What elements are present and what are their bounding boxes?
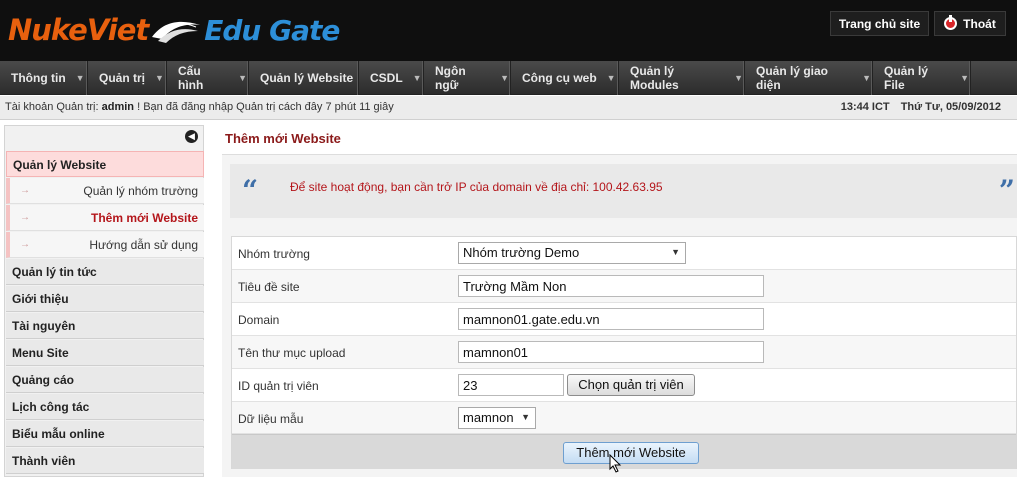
arrow-right-icon: → [20,212,30,223]
sidebar-item-tin-tuc[interactable]: Quản lý tin tức [6,259,204,285]
site-logo[interactable]: NukeViet Edu Gate [8,10,340,50]
domain-label: Domain [238,313,280,327]
sidebar-item-bieu-mau[interactable]: Biểu mẫu online [6,421,204,447]
domain-input[interactable]: mamnon01.gate.edu.vn [458,308,764,330]
page-title: Thêm mới Website [225,131,341,146]
nav-item-thong-tin[interactable]: Thông tin ▼ [0,61,87,95]
sidebar-subitem-huong-dan[interactable]: → Hướng dẫn sử dụng [6,232,204,258]
form-row-group: Nhóm trường Nhóm trường Demo ▼ [232,237,1016,270]
choose-admin-button[interactable]: Chọn quản trị viên [567,374,695,396]
nav-item-quan-ly-website[interactable]: Quản lý Website [249,61,358,95]
book-swoosh-icon [152,21,201,43]
sidebar: ◀ Quản lý Website → Quản lý nhóm trường … [4,125,204,477]
chevron-down-icon: ▼ [606,73,616,83]
dropdown-arrow-icon: ▼ [521,412,530,422]
nav-item-quan-ly-modules[interactable]: Quản lý Modules ▼ [619,61,744,95]
sidebar-item-tai-nguyen[interactable]: Tài nguyên [6,313,204,339]
nav-item-cong-cu-web[interactable]: Công cụ web ▼ [511,61,618,95]
group-select[interactable]: Nhóm trường Demo ▼ [458,242,686,264]
logo-edugate-text: Edu Gate [204,13,340,47]
form-row-domain: Domain mamnon01.gate.edu.vn [232,303,1016,336]
add-website-form: Nhóm trường Nhóm trường Demo ▼ Tiêu đề s… [231,236,1017,473]
admin-id-label: ID quản trị viên [238,379,319,393]
form-row-admin-id: ID quản trị viên 23 Chọn quản trị viên [232,369,1016,402]
chevron-down-icon: ▼ [412,73,422,83]
sidebar-subitem-them-moi-website[interactable]: → Thêm mới Website [6,205,204,231]
sidebar-item-menu-site[interactable]: Menu Site [6,340,204,366]
open-quote-icon: “ [242,174,259,207]
collapse-sidebar-icon[interactable]: ◀ [185,130,198,143]
datetime-display: 13:44 ICT Thứ Tư, 05/09/2012 [833,101,1001,113]
add-website-button[interactable]: Thêm mới Website [563,442,699,464]
nav-item-quan-tri[interactable]: Quản trị ▼ [88,61,166,95]
site-title-input[interactable]: Trường Mầm Non [458,275,764,297]
chevron-down-icon: ▼ [960,73,969,83]
chevron-down-icon: ▼ [862,73,871,83]
arrow-right-icon: → [20,239,30,250]
power-icon [944,15,958,30]
nav-item-ngon-ngu[interactable]: Ngôn ngữ ▼ [424,61,510,95]
sidebar-item-thanh-vien[interactable]: Thành viên [6,448,204,474]
chevron-down-icon: ▼ [155,73,164,83]
admin-username: admin [101,101,135,113]
arrow-right-icon: → [20,185,30,196]
main-navbar: Thông tin ▼ Quản trị ▼ Cấu hình ▼ Quản lý W… [0,61,1017,95]
logo-nukeviet-text: NukeViet [8,13,149,47]
form-row-sample-data: Dữ liệu mẫu mamnon ▼ [232,402,1016,434]
group-label: Nhóm trường [238,247,310,261]
dropdown-arrow-icon: ▼ [671,247,680,257]
current-date: Thứ Tư, 05/09/2012 [900,101,1001,113]
nav-item-csdl[interactable]: CSDL ▼ [359,61,423,95]
chevron-down-icon: ▼ [75,73,85,83]
chevron-down-icon: ▼ [500,73,509,83]
status-bar: Tài khoản Quản trị: admin ! Bạn đã đăng … [0,96,1017,120]
upload-folder-label: Tên thư mục upload [238,346,346,360]
login-status: Tài khoản Quản trị: admin ! Bạn đã đăng … [5,101,394,113]
nav-item-quan-ly-file[interactable]: Quản lý File ▼ [873,61,970,95]
form-submit-row: Thêm mới Website [232,434,1016,473]
logout-button[interactable]: Thoát [934,11,1006,36]
ip-notice-box: “ Để site hoạt động, bạn cần trở IP của … [230,164,1017,218]
home-site-button[interactable]: Trang chủ site [830,11,929,36]
chevron-down-icon: ▼ [734,73,743,83]
sidebar-item-lich-cong-tac[interactable]: Lịch công tác [6,394,204,420]
current-time: 13:44 ICT [840,101,890,113]
logout-label: Thoát [963,16,996,31]
admin-id-input[interactable]: 23 [458,374,564,396]
chevron-down-icon: ▼ [238,73,247,83]
site-title-label: Tiêu đề site [238,280,300,294]
nav-item-quan-ly-giao-dien[interactable]: Quản lý giao diện ▼ [745,61,872,95]
top-header: NukeViet Edu Gate Trang chủ site Thoát [0,0,1017,61]
sidebar-item-quang-cao[interactable]: Quảng cáo [6,367,204,393]
close-quote-icon: ” [998,174,1015,207]
sample-data-label: Dữ liệu mẫu [238,412,304,426]
form-row-site-title: Tiêu đề site Trường Mầm Non [232,270,1016,303]
upload-folder-input[interactable]: mamnon01 [458,341,764,363]
sidebar-subitem-nhom-truong[interactable]: → Quản lý nhóm trường [6,178,204,204]
mouse-cursor-icon [609,454,622,473]
nav-item-cau-hinh[interactable]: Cấu hình ▼ [167,61,248,95]
sidebar-item-gioi-thieu[interactable]: Giới thiệu [6,286,204,312]
sidebar-item-quan-ly-website[interactable]: Quản lý Website [6,151,204,177]
form-row-upload: Tên thư mục upload mamnon01 [232,336,1016,369]
ip-notice-text: Để site hoạt động, bạn cần trở IP của do… [290,180,663,194]
sample-data-select[interactable]: mamnon ▼ [458,407,536,429]
